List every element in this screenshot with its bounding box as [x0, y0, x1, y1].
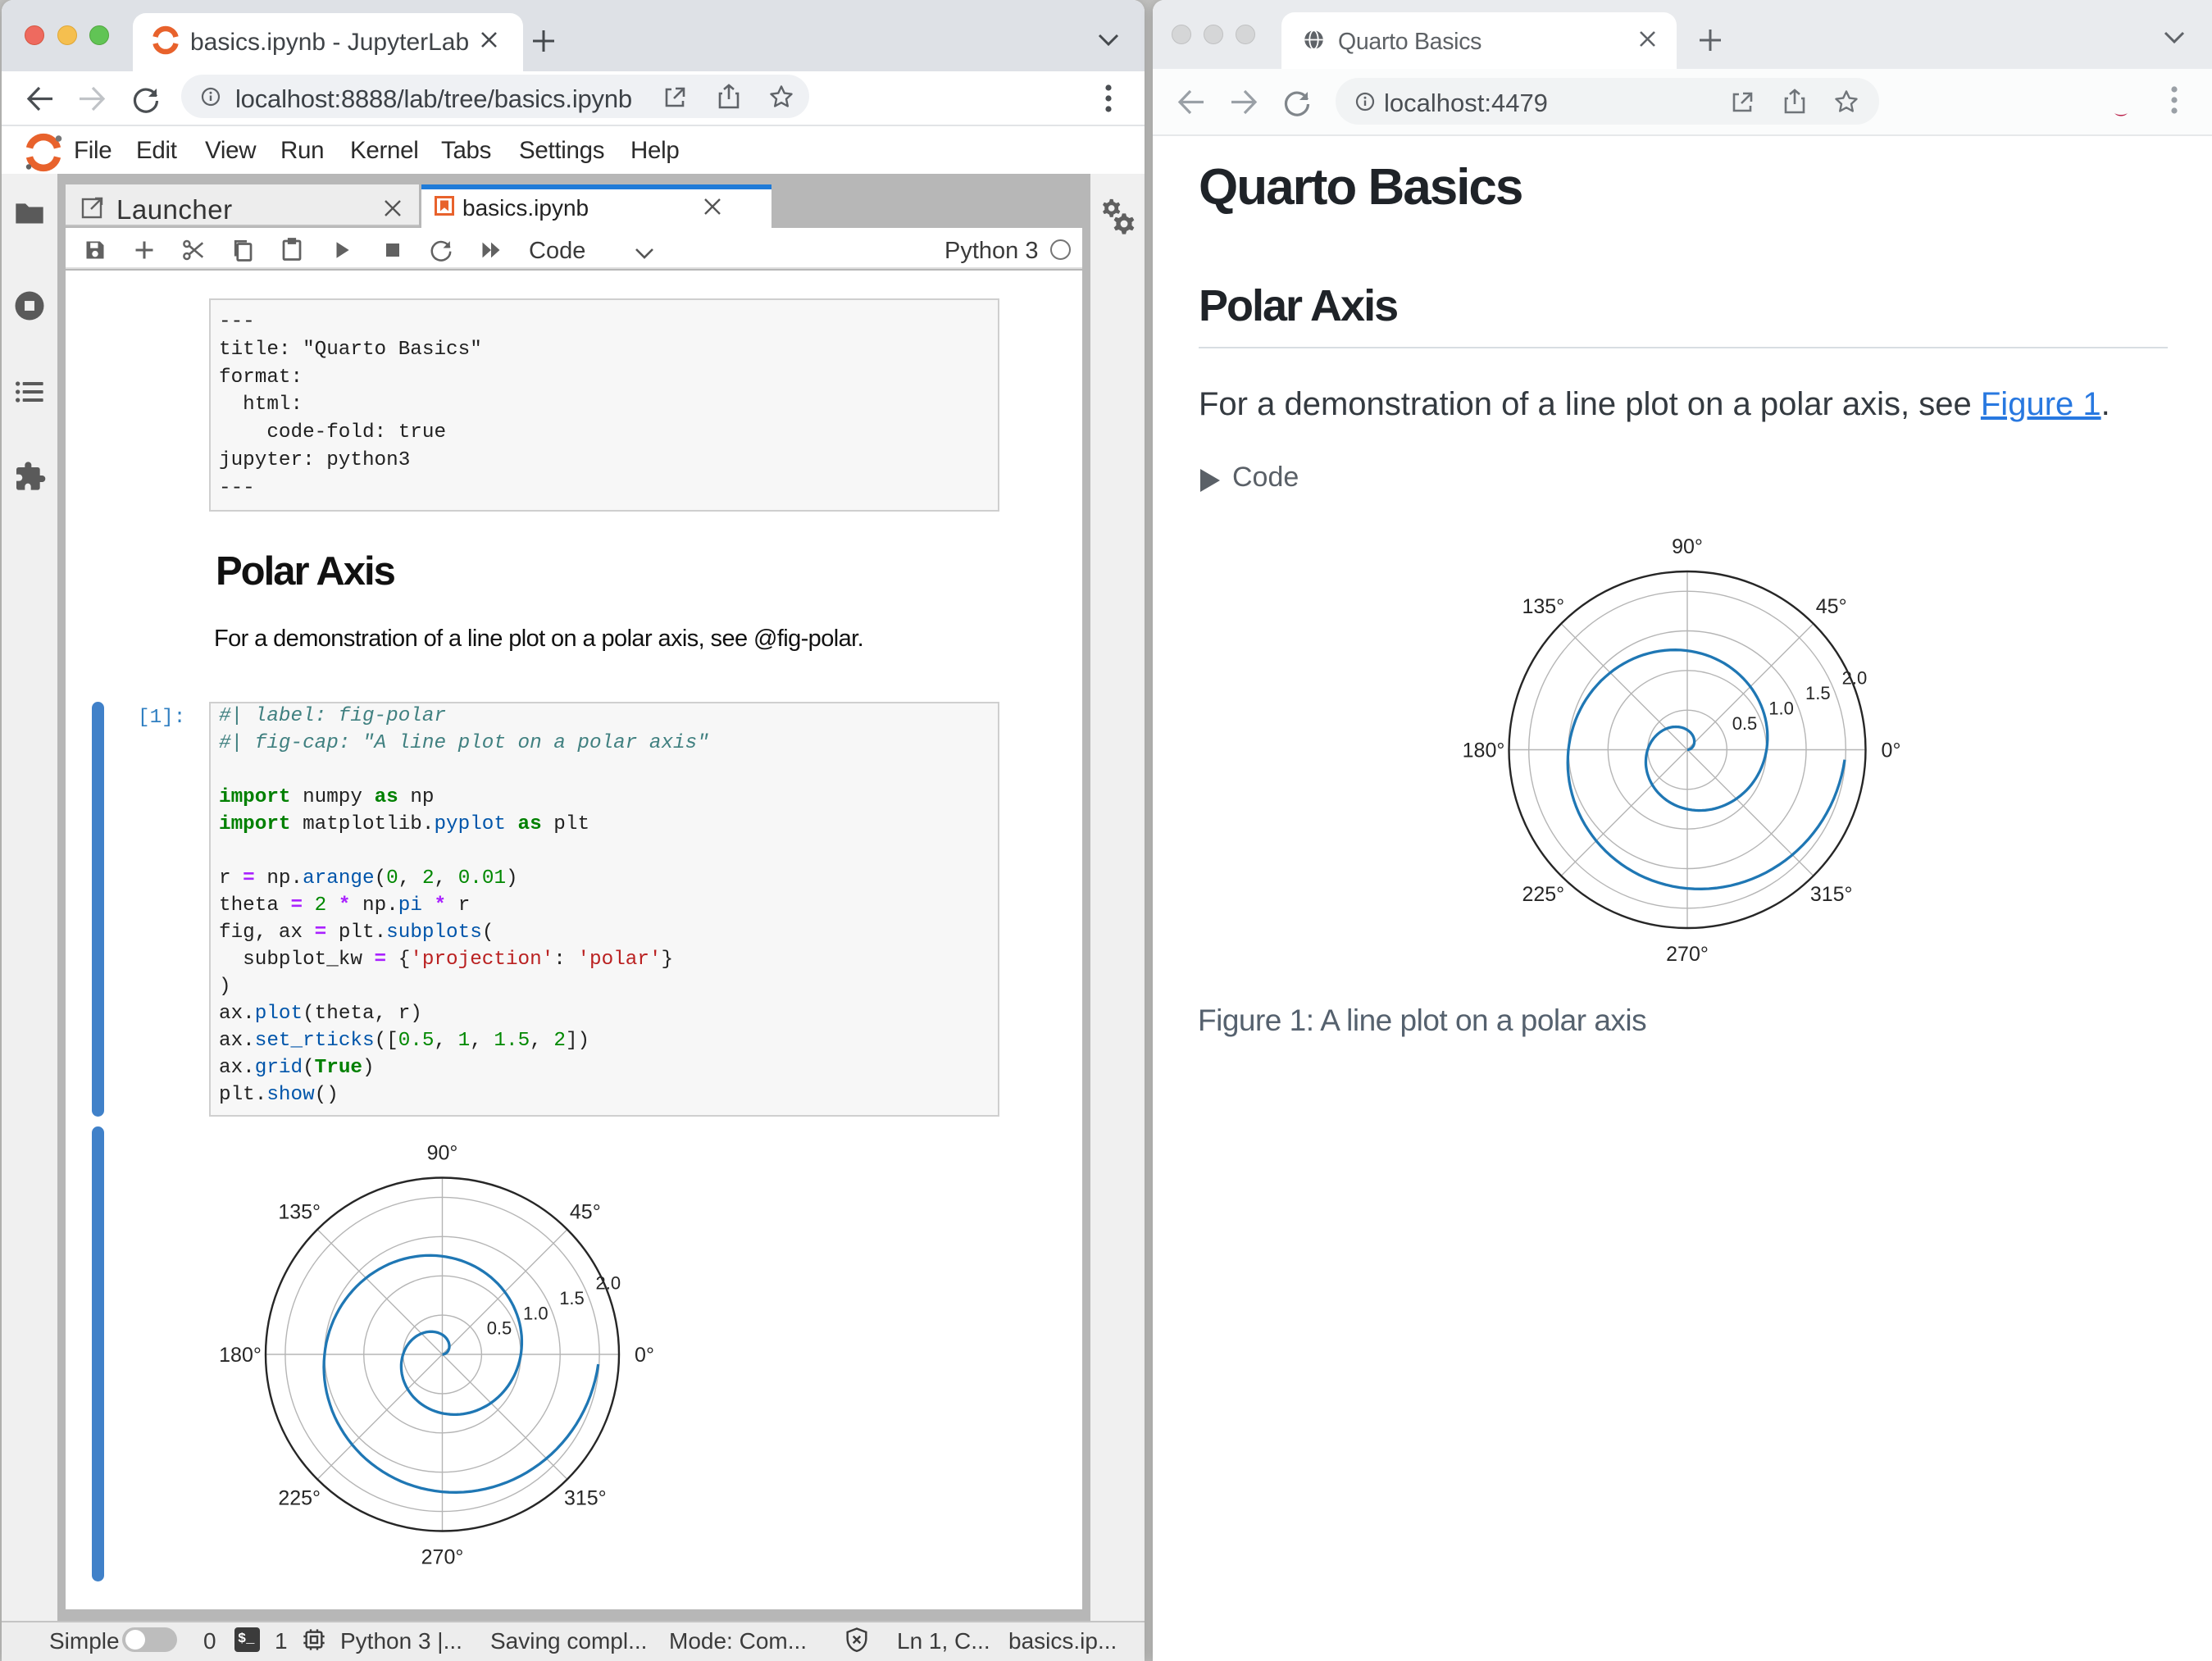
- svg-text:225°: 225°: [1522, 883, 1564, 906]
- svg-text:0.5: 0.5: [487, 1318, 512, 1339]
- svg-text:45°: 45°: [570, 1201, 601, 1224]
- svg-text:45°: 45°: [1816, 595, 1847, 618]
- svg-text:0°: 0°: [1882, 739, 1901, 762]
- svg-text:0°: 0°: [635, 1344, 654, 1367]
- svg-text:135°: 135°: [278, 1201, 321, 1224]
- svg-text:2.0: 2.0: [1842, 668, 1868, 689]
- svg-text:315°: 315°: [1810, 883, 1853, 906]
- svg-text:1.5: 1.5: [559, 1288, 585, 1308]
- svg-text:135°: 135°: [1522, 595, 1564, 618]
- svg-text:90°: 90°: [427, 1142, 458, 1165]
- svg-text:90°: 90°: [1672, 535, 1703, 558]
- svg-text:1.0: 1.0: [1768, 699, 1794, 719]
- svg-text:180°: 180°: [219, 1344, 262, 1367]
- svg-text:0.5: 0.5: [1732, 713, 1758, 734]
- svg-text:270°: 270°: [1666, 943, 1709, 966]
- svg-text:180°: 180°: [1463, 739, 1505, 762]
- svg-text:315°: 315°: [564, 1486, 607, 1509]
- svg-text:1.0: 1.0: [523, 1303, 548, 1323]
- svg-text:225°: 225°: [278, 1486, 321, 1509]
- svg-text:1.5: 1.5: [1805, 683, 1831, 703]
- svg-text:270°: 270°: [421, 1546, 464, 1569]
- svg-text:2.0: 2.0: [596, 1273, 621, 1294]
